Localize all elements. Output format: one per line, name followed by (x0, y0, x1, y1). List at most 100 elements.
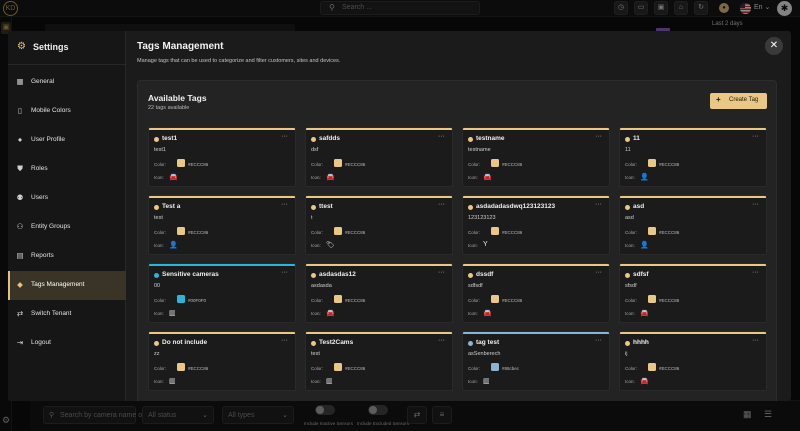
sidebar-item-roles[interactable]: ⛊ Roles (8, 155, 126, 184)
more-options-icon[interactable]: ··· (438, 269, 445, 276)
tag-color-dot (625, 341, 630, 346)
tag-card[interactable]: hhhh ··· ij Color: #ECCC86 Icon: 🚘 (619, 331, 767, 391)
tag-name: 11 (633, 135, 640, 142)
color-hex: #ECCC86 (188, 162, 209, 167)
tag-card[interactable]: safdds ··· dsf Color: #ECCC86 Icon: 🚘 (305, 127, 453, 187)
tag-description: asSenberech (468, 351, 501, 357)
tag-card[interactable]: test1 ··· test1 Color: #ECCC86 Icon: 🚘 (148, 127, 296, 187)
color-swatch (491, 227, 499, 235)
color-label: Color: (311, 366, 324, 371)
more-options-icon[interactable]: ··· (281, 133, 288, 140)
sidebar-item-tags-management[interactable]: ◆ Tags Management (8, 271, 126, 300)
color-label: Color: (468, 162, 481, 167)
color-label: Color: (625, 298, 638, 303)
color-hex: #88cbec (502, 366, 520, 371)
color-swatch (491, 295, 499, 303)
more-options-icon[interactable]: ··· (752, 337, 759, 344)
sidebar-item-label: Reports (31, 252, 54, 259)
tag-card[interactable]: Sensitive cameras ··· 00 Color: #00F0F0 Icon:… (148, 263, 296, 323)
person-icon: 👤 (169, 242, 178, 249)
color-label: Color: (154, 366, 167, 371)
tag-accent-bar (306, 332, 452, 334)
tag-name: Test a (162, 203, 181, 210)
sidebar-item-mobile-colors[interactable]: ▯ Mobile Colors (8, 97, 126, 126)
sidebar-item-entity-groups[interactable]: ⚇ Entity Groups (8, 213, 126, 242)
tag-card[interactable]: Test a ··· test Color: #ECCC86 Icon: 👤 (148, 195, 296, 255)
switch-icon: ⇄ (16, 309, 24, 318)
building-icon: ▥ (483, 378, 490, 385)
car-icon: 🚘 (640, 310, 649, 317)
grid-icon: ▦ (16, 77, 24, 86)
more-options-icon[interactable]: ··· (595, 133, 602, 140)
tag-card[interactable]: 11 ··· 11 Color: #ECCC86 Icon: 👤 (619, 127, 767, 187)
close-icon[interactable]: ✕ (765, 37, 783, 55)
more-options-icon[interactable]: ··· (438, 201, 445, 208)
color-swatch (334, 227, 342, 235)
tag-accent-bar (149, 196, 295, 198)
tag-card[interactable]: Do not include ··· zz Color: #ECCC86 Icon: ▥ (148, 331, 296, 391)
tag-card[interactable]: asd ··· asd Color: #ECCC86 Icon: 👤 (619, 195, 767, 255)
tag-card[interactable]: Test2Cams ··· test Color: #ECCC86 Icon: ▥ (305, 331, 453, 391)
more-options-icon[interactable]: ··· (595, 337, 602, 344)
more-options-icon[interactable]: ··· (595, 269, 602, 276)
more-options-icon[interactable]: ··· (281, 337, 288, 344)
tag-card[interactable]: asdasdas12 ··· asdasda Color: #ECCC86 Icon: 🚘 (305, 263, 453, 323)
logout-icon: ⇥ (16, 338, 24, 347)
more-options-icon[interactable]: ··· (752, 201, 759, 208)
tag-accent-bar (306, 196, 452, 198)
tag-name: asdasdas12 (319, 271, 356, 278)
tag-card[interactable]: tag test ··· asSenberech Color: #88cbec Icon:… (462, 331, 610, 391)
more-options-icon[interactable]: ··· (752, 133, 759, 140)
tag-name: sdfsf (633, 271, 649, 278)
color-swatch (491, 159, 499, 167)
settings-nav: ⚙ Settings ▦ General ▯ Mobile Colors ● User P… (8, 31, 126, 401)
more-options-icon[interactable]: ··· (438, 133, 445, 140)
more-options-icon[interactable]: ··· (438, 337, 445, 344)
color-hex: #ECCC86 (345, 298, 366, 303)
more-options-icon[interactable]: ··· (281, 269, 288, 276)
color-label: Color: (625, 366, 638, 371)
color-swatch (177, 363, 185, 371)
tag-color-dot (154, 137, 159, 142)
color-swatch (334, 159, 342, 167)
tag-name: test1 (162, 135, 178, 142)
tag-description: 11 (625, 147, 631, 153)
icon-label: Icon: (625, 175, 635, 180)
color-label: Color: (154, 162, 167, 167)
color-swatch (648, 363, 656, 371)
icon-label: Icon: (154, 175, 164, 180)
sidebar-item-label: General (31, 78, 55, 85)
car-icon: 🚘 (169, 174, 178, 181)
sidebar-item-logout[interactable]: ⇥ Logout (8, 329, 126, 358)
plus-icon: + (716, 95, 721, 104)
person-icon: 👤 (640, 242, 649, 249)
sidebar-item-switch-tenant[interactable]: ⇄ Switch Tenant (8, 300, 126, 329)
sidebar-item-general[interactable]: ▦ General (8, 68, 126, 97)
sidebar-item-reports[interactable]: ▤ Reports (8, 242, 126, 271)
tag-card[interactable]: dssdf ··· sdfsdf Color: #ECCC86 Icon: 🚘 (462, 263, 610, 323)
users-icon: ⚉ (16, 193, 24, 202)
more-options-icon[interactable]: ··· (752, 269, 759, 276)
icon-label: Icon: (311, 175, 321, 180)
tag-card[interactable]: sdfsf ··· sfsdf Color: #ECCC86 Icon: 🚘 (619, 263, 767, 323)
tag-color-dot (154, 273, 159, 278)
icon-label: Icon: (311, 243, 321, 248)
tag-accent-bar (620, 128, 766, 130)
icon-label: Icon: (468, 379, 478, 384)
create-tag-button[interactable]: + Create Tag (710, 93, 767, 109)
color-hex: #ECCC86 (345, 366, 366, 371)
more-options-icon[interactable]: ··· (595, 201, 602, 208)
color-label: Color: (311, 298, 324, 303)
color-label: Color: (154, 230, 167, 235)
car-icon: 🚘 (326, 310, 335, 317)
tag-card[interactable]: testname ··· testname Color: #ECCC86 Icon: 🚘 (462, 127, 610, 187)
building-icon: ▥ (169, 310, 176, 317)
more-options-icon[interactable]: ··· (281, 201, 288, 208)
sidebar-item-users[interactable]: ⚉ Users (8, 184, 126, 213)
tag-accent-bar (306, 264, 452, 266)
tag-card[interactable]: asdadadasdwq123123123 ··· 123123123 Color: #… (462, 195, 610, 255)
sidebar-item-user-profile[interactable]: ● User Profile (8, 126, 126, 155)
tag-name: Test2Cams (319, 339, 354, 346)
tag-name: tag test (476, 339, 500, 346)
tag-card[interactable]: ttest ··· t Color: #ECCC86 Icon: 🏷 (305, 195, 453, 255)
